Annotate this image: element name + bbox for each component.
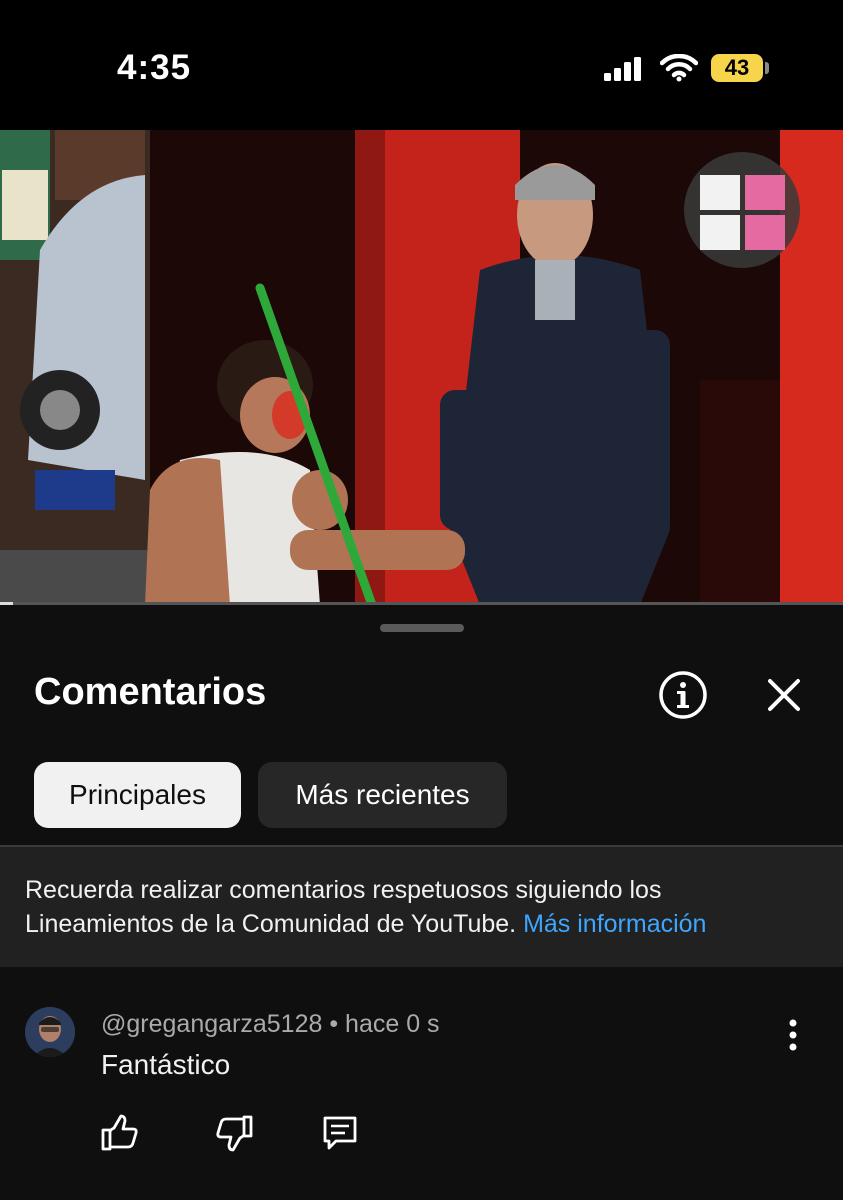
avatar[interactable]: [25, 1007, 75, 1057]
close-icon[interactable]: [760, 671, 808, 719]
signal-icon: [604, 57, 641, 81]
comment-time: hace 0 s: [345, 1010, 440, 1038]
thumb-up-icon[interactable]: [99, 1113, 139, 1153]
community-guidelines-notice: Recuerda realizar comentarios respetuoso…: [0, 845, 843, 967]
battery-cap: [765, 62, 769, 74]
comment-text: Fantástico: [101, 1049, 231, 1080]
more-info-link[interactable]: Más información: [523, 910, 706, 938]
notice-text-block: Recuerda realizar comentarios respetuoso…: [25, 873, 815, 941]
avatar-image: [25, 1007, 75, 1057]
video-player[interactable]: [0, 130, 843, 605]
filter-chip-principales[interactable]: Principales: [34, 762, 241, 828]
status-time: 4:35: [117, 48, 192, 87]
filter-chip-mas-recientes[interactable]: Más recientes: [258, 762, 507, 828]
comment-meta: @gregangarza5128 • hace 0 s: [101, 1010, 440, 1039]
comment-author[interactable]: @gregangarza5128: [101, 1010, 322, 1038]
more-vert-icon[interactable]: [778, 1015, 808, 1055]
video-frame: [0, 130, 843, 605]
sheet-title: Comentarios: [34, 671, 267, 713]
status-bar: 4:35 43: [0, 0, 843, 130]
thumb-down-icon[interactable]: [215, 1113, 255, 1153]
wifi-icon: [660, 54, 698, 82]
reply-icon[interactable]: [320, 1113, 360, 1153]
info-icon[interactable]: [657, 669, 709, 721]
drag-handle[interactable]: [380, 624, 464, 632]
video-progress-fill: [0, 602, 13, 605]
comments-sheet: Comentarios Principales Más recientes Re…: [0, 605, 843, 1200]
meta-separator: •: [329, 1010, 339, 1038]
battery-indicator: 43: [711, 54, 763, 82]
